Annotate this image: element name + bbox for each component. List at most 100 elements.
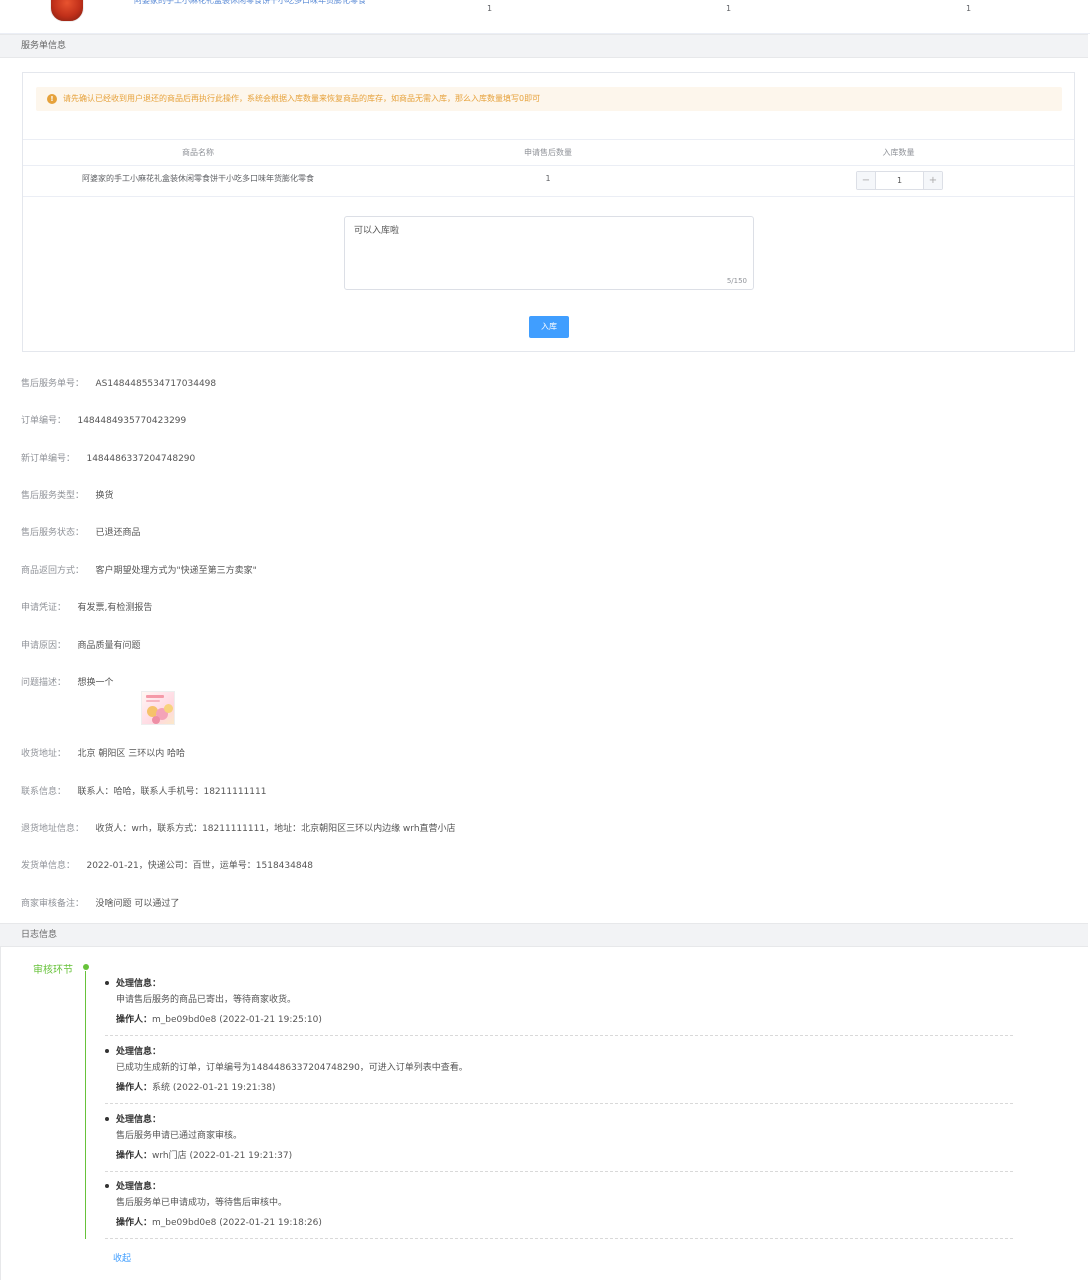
detail-new-order-no: 新订单编号： 1484486337204748290 [21, 452, 195, 466]
section-header-service-info: 服务单信息 [0, 34, 1088, 58]
log-panel: 审核环节 处理信息： 申请售后服务的商品已寄出，等待商家收货。 操作人：m_be… [0, 947, 1088, 1280]
alert-text: 请先确认已经收到用户退还的商品后再执行此操作，系统会根据入库数量来恢复商品的库存… [63, 94, 541, 103]
timeline-dot [83, 964, 89, 970]
detail-label: 售后服务单号： [21, 379, 85, 389]
image-blob [164, 704, 173, 713]
detail-label: 商家审核备注： [21, 899, 85, 909]
detail-label: 申请凭证： [21, 603, 67, 613]
stepper-plus-button[interactable]: + [923, 172, 942, 189]
log-operator: 操作人：系统 (2022-01-21 19:21:38) [116, 1080, 276, 1093]
detail-label: 问题描述： [21, 678, 67, 688]
log-title: 处理信息： [116, 1182, 162, 1192]
detail-return-method: 商品返回方式： 客户期望处理方式为"快递至第三方卖家" [21, 564, 257, 578]
section-header-log-info: 日志信息 [0, 923, 1088, 947]
operator-label: 操作人： [116, 1218, 153, 1228]
inbound-submit-button[interactable]: 入库 [529, 316, 569, 338]
detail-label: 新订单编号： [21, 454, 76, 464]
detail-service-status: 售后服务状态： 已退还商品 [21, 526, 140, 540]
product-qty-2: 1 [726, 4, 732, 13]
bullet-dot [105, 1184, 109, 1188]
operator-value: m_be09bd0e8 (2022-01-21 19:25:10) [152, 1015, 322, 1025]
detail-label: 退货地址信息： [21, 824, 85, 834]
product-qty-3: 1 [966, 4, 972, 13]
log-entry: 处理信息： 售后服务申请已通过商家审核。 操作人：wrh门店 (2022-01-… [105, 1112, 1013, 1172]
log-operator: 操作人：m_be09bd0e8 (2022-01-21 19:25:10) [116, 1012, 322, 1025]
description-image[interactable] [141, 691, 175, 725]
column-header-apply-qty: 申请售后数量 [524, 148, 572, 157]
remark-text: 可以入库啦 [354, 226, 400, 236]
log-title: 处理信息： [116, 1115, 162, 1125]
log-entry: 处理信息： 已成功生成新的订单，订单编号为1484486337204748290… [105, 1044, 1013, 1104]
row-apply-qty: 1 [545, 174, 551, 183]
warning-icon: ! [47, 94, 57, 104]
detail-label: 售后服务类型： [21, 491, 85, 501]
detail-label: 售后服务状态： [21, 528, 85, 538]
detail-value: 有发票,有检测报告 [77, 603, 153, 613]
inbound-table-header: 商品名称 申请售后数量 入库数量 [23, 139, 1074, 166]
operator-label: 操作人： [116, 1151, 153, 1161]
detail-description: 问题描述： 想换一个 [21, 676, 113, 690]
detail-value: 收货人：wrh，联系方式：18211111111，地址：北京朝阳区三环以内边缘 … [95, 824, 456, 834]
image-banner [146, 695, 164, 698]
product-name-link[interactable]: 阿婆家的手工小麻花礼盒装休闲零食饼干小吃多口味年货膨化零食 [120, 0, 380, 8]
detail-label: 收货地址： [21, 749, 67, 759]
detail-merchant-remark: 商家审核备注： 没啥问题 可以通过了 [21, 897, 179, 911]
stepper-input[interactable]: 1 [876, 172, 923, 189]
bullet-dot [105, 1049, 109, 1053]
detail-label: 联系信息： [21, 787, 67, 797]
stage-label: 审核环节 [33, 965, 73, 976]
log-title: 处理信息： [116, 1047, 162, 1057]
stepper-minus-button[interactable]: − [857, 172, 876, 189]
detail-label: 发货单信息： [21, 861, 76, 871]
detail-value: 1484484935770423299 [77, 416, 187, 426]
log-text: 申请售后服务的商品已寄出，等待商家收货。 [116, 995, 297, 1005]
operator-label: 操作人： [116, 1015, 153, 1025]
detail-value: 2022-01-21，快递公司：百世，运单号：1518434848 [86, 861, 314, 871]
inbound-card: ! 请先确认已经收到用户退还的商品后再执行此操作，系统会根据入库数量来恢复商品的… [22, 72, 1075, 352]
detail-value: 北京 朝阳区 三环以内 哈哈 [77, 749, 186, 759]
operator-value: wrh门店 (2022-01-21 19:21:37) [152, 1151, 293, 1161]
timeline-line [85, 971, 86, 1239]
detail-contact: 联系信息： 联系人：哈哈，联系人手机号：18211111111 [21, 785, 266, 799]
product-qty-1: 1 [487, 4, 493, 13]
detail-label: 商品返回方式： [21, 566, 85, 576]
table-row: 阿婆家的手工小麻花礼盒装休闲零食饼干小吃多口味年货膨化零食 1 − 1 + [23, 166, 1074, 197]
product-row: 阿婆家的手工小麻花礼盒装休闲零食饼干小吃多口味年货膨化零食 1 1 1 [0, 0, 1090, 34]
detail-value: 想换一个 [77, 678, 114, 688]
log-operator: 操作人：m_be09bd0e8 (2022-01-21 19:18:26) [116, 1215, 322, 1228]
log-text: 已成功生成新的订单，订单编号为1484486337204748290，可进入订单… [116, 1063, 468, 1073]
log-title: 处理信息： [116, 979, 162, 989]
inbound-alert: ! 请先确认已经收到用户退还的商品后再执行此操作，系统会根据入库数量来恢复商品的… [36, 87, 1062, 111]
detail-service-no: 售后服务单号： AS1484485534717034498 [21, 377, 216, 391]
product-thumbnail [50, 0, 84, 22]
detail-value: 联系人：哈哈，联系人手机号：18211111111 [77, 787, 267, 797]
detail-reason: 申请原因： 商品质量有问题 [21, 639, 140, 653]
operator-value: 系统 (2022-01-21 19:21:38) [152, 1083, 276, 1093]
detail-value: 1484486337204748290 [86, 454, 196, 464]
bullet-dot [105, 1117, 109, 1121]
page: 阿婆家的手工小麻花礼盒装休闲零食饼干小吃多口味年货膨化零食 1 1 1 服务单信… [0, 0, 1090, 1280]
detail-shipping-address: 收货地址： 北京 朝阳区 三环以内 哈哈 [21, 747, 185, 761]
detail-return-address: 退货地址信息： 收货人：wrh，联系方式：18211111111，地址：北京朝阳… [21, 822, 456, 836]
detail-value: 换货 [95, 491, 114, 501]
log-text: 售后服务单已申请成功，等待售后审核中。 [116, 1198, 288, 1208]
log-operator: 操作人：wrh门店 (2022-01-21 19:21:37) [116, 1148, 292, 1161]
row-product-name: 阿婆家的手工小麻花礼盒装休闲零食饼干小吃多口味年货膨化零食 [82, 174, 314, 183]
detail-value: 已退还商品 [95, 528, 141, 538]
operator-label: 操作人： [116, 1083, 153, 1093]
column-header-product: 商品名称 [182, 148, 214, 157]
detail-order-no: 订单编号： 1484484935770423299 [21, 414, 186, 428]
column-header-inbound-qty: 入库数量 [882, 148, 915, 157]
image-blob [152, 716, 160, 724]
image-banner [146, 700, 160, 702]
log-entry: 处理信息： 售后服务单已申请成功，等待售后审核中。 操作人：m_be09bd0e… [105, 1179, 1013, 1239]
detail-value: 客户期望处理方式为"快递至第三方卖家" [95, 566, 257, 576]
collapse-link[interactable]: 收起 [113, 1251, 131, 1264]
operator-value: m_be09bd0e8 (2022-01-21 19:18:26) [152, 1218, 322, 1228]
detail-value: AS1484485534717034498 [95, 379, 217, 389]
detail-label: 申请原因： [21, 641, 67, 651]
remark-textarea[interactable]: 可以入库啦 5/150 [344, 216, 754, 290]
log-text: 售后服务申请已通过商家审核。 [116, 1131, 243, 1141]
log-entry: 处理信息： 申请售后服务的商品已寄出，等待商家收货。 操作人：m_be09bd0… [105, 976, 1013, 1036]
detail-proof: 申请凭证： 有发票,有检测报告 [21, 601, 152, 615]
